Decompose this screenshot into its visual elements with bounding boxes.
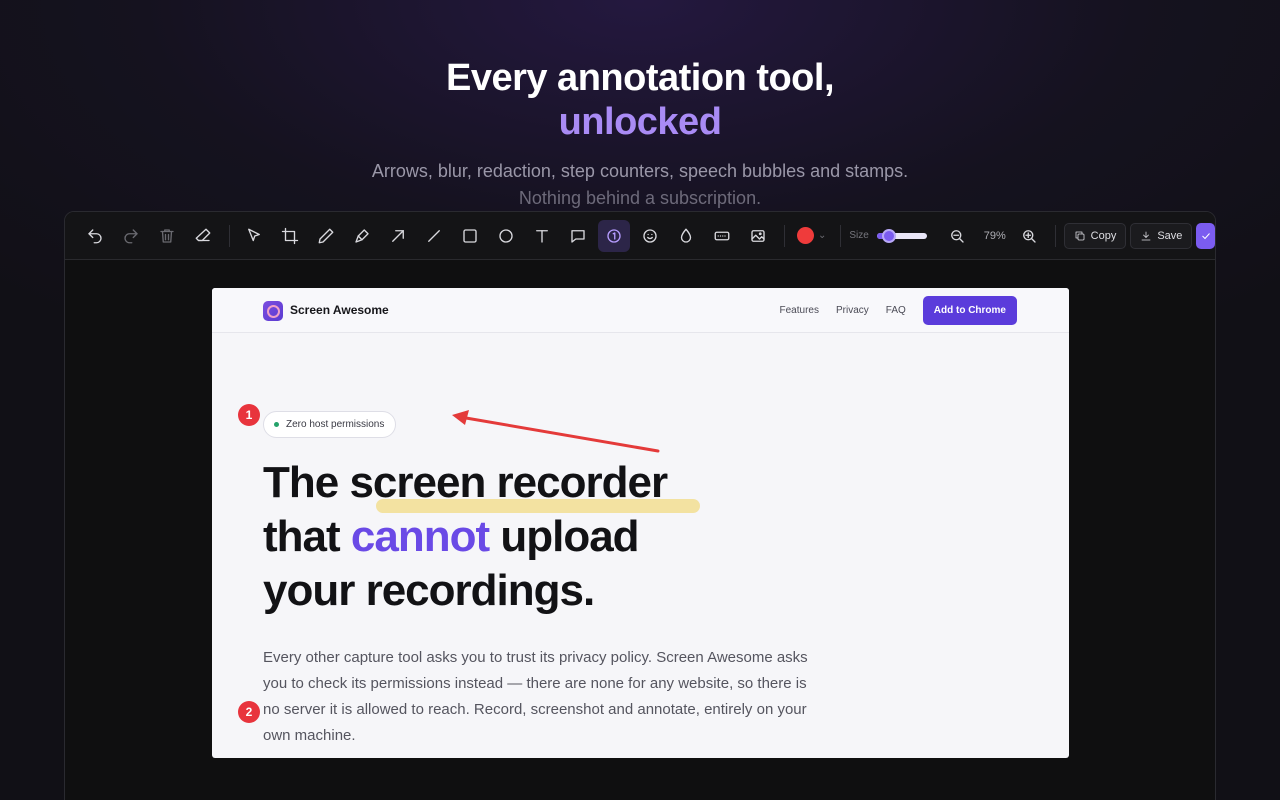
hero-subtitle-line1: Arrows, blur, redaction, step counters, … [371,161,909,181]
headline-line3: your recordings. [263,566,595,615]
copy-button-label: Copy [1090,229,1117,242]
zoom-level: 79% [983,229,1006,242]
brand-name: Screen Awesome [290,303,389,317]
hero-title-line1: Every annotation tool, [445,57,835,99]
status-dot-icon [274,422,279,427]
redact-icon[interactable] [706,220,738,252]
chevron-down-icon: ⌄ [818,230,827,241]
save-button-label: Save [1157,229,1183,242]
toolbar-divider [1054,224,1056,247]
headline-line1: The screen recorder [263,458,668,507]
size-slider-handle[interactable] [882,228,897,243]
line-tool-icon[interactable] [418,220,450,252]
hero-subtitle: Arrows, blur, redaction, step counters, … [0,158,1280,212]
eraser-icon[interactable] [187,220,219,252]
color-swatch [797,227,814,244]
zoom-out-icon[interactable] [941,220,973,252]
done-button[interactable] [1196,222,1215,249]
marker-icon[interactable] [346,220,378,252]
toolbar: ⌄ Size 79% Copy Save [65,212,1215,260]
toolbar-divider [229,224,230,247]
redo-icon[interactable] [115,220,147,252]
zoom-in-icon[interactable] [1013,220,1045,252]
size-label: Size [849,230,869,241]
brand-logo-icon [263,301,283,321]
rectangle-tool-icon[interactable] [454,220,486,252]
site-navbar: Screen Awesome Features Privacy FAQ Add … [212,288,1069,333]
toolbar-divider [784,224,785,247]
emoji-stamp-icon[interactable] [634,220,666,252]
permissions-badge: Zero host permissions [263,411,397,438]
ellipse-tool-icon[interactable] [490,220,522,252]
headline-line2-start: that [263,512,351,561]
toolbar-divider [840,224,842,247]
hero-title: Every annotation tool, unlocked [0,56,1280,144]
save-button[interactable]: Save [1130,222,1193,249]
image-insert-icon[interactable] [742,220,774,252]
annotation-canvas[interactable]: Screen Awesome Features Privacy FAQ Add … [212,288,1069,758]
copy-icon [1075,231,1085,240]
check-icon [1201,232,1210,239]
badge-text: Zero host permissions [286,419,385,430]
headline-line2-end: upload [489,512,639,561]
page-headline: The screen recorder that cannot upload y… [263,456,783,618]
download-icon [1141,231,1151,240]
arrow-tool-icon[interactable] [382,220,414,252]
step-marker-2[interactable]: 2 [238,701,260,723]
nav-link-features[interactable]: Features [780,305,819,316]
blur-drop-icon[interactable] [670,220,702,252]
headline-emphasis: cannot [350,512,490,561]
add-to-chrome-button[interactable]: Add to Chrome [922,296,1017,325]
select-cursor-icon[interactable] [238,220,270,252]
pencil-icon[interactable] [310,220,342,252]
arrow-shaft [464,416,660,453]
arrow-head [452,410,469,425]
hero-subtitle-line2: Nothing behind a subscription. [518,188,762,208]
hero: Every annotation tool, unlocked Arrows, … [0,56,1280,212]
step-counter-icon[interactable] [598,219,630,252]
nav-link-privacy[interactable]: Privacy [836,305,869,316]
step-marker-1[interactable]: 1 [238,404,260,426]
headline-line2: that cannot upload [263,510,783,564]
speech-bubble-icon[interactable] [562,220,594,252]
body-paragraph: Every other capture tool asks you to tru… [263,649,808,744]
site-nav-links: Features Privacy FAQ Add to Chrome [780,296,1017,325]
crop-icon[interactable] [274,220,306,252]
text-tool-icon[interactable] [526,220,558,252]
editor-window: ⌄ Size 79% Copy Save Screen Awesome Feat [64,211,1216,800]
size-slider[interactable] [876,228,927,243]
undo-icon[interactable] [79,220,111,252]
color-picker[interactable]: ⌄ [793,220,830,252]
copy-button[interactable]: Copy [1063,222,1127,249]
trash-icon[interactable] [151,220,183,252]
hero-title-accent: unlocked [558,101,722,143]
nav-link-faq[interactable]: FAQ [886,305,906,316]
